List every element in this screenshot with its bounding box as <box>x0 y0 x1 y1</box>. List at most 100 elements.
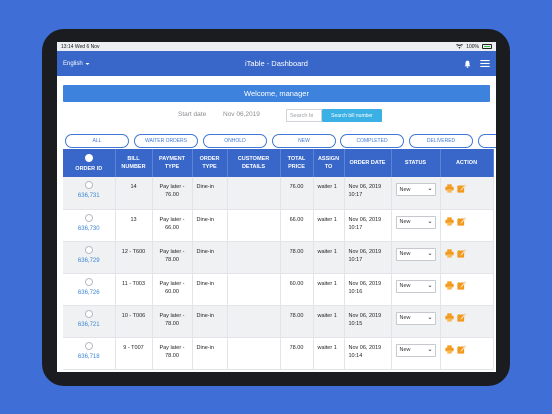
bell-icon[interactable] <box>464 60 471 68</box>
customer-details <box>227 273 281 306</box>
order-id-link[interactable]: 636,729 <box>78 258 100 264</box>
edit-icon[interactable] <box>456 248 466 258</box>
print-icon[interactable] <box>444 312 454 322</box>
status-select[interactable]: New <box>395 215 436 229</box>
row-select-radio[interactable] <box>84 277 93 286</box>
total-price: 60.00 <box>280 273 314 306</box>
battery-icon <box>482 44 492 49</box>
status-select[interactable]: New <box>395 343 436 357</box>
menu-icon[interactable] <box>480 60 490 67</box>
top-navbar: English iTable - Dashboard <box>57 51 496 76</box>
col-action: ACTION <box>440 149 494 177</box>
total-price: 78.00 <box>280 305 314 338</box>
tab-onhold[interactable]: ONHOLD <box>203 134 267 148</box>
customer-details <box>227 337 281 370</box>
col-customer-details[interactable]: CUSTOMER DETAILS <box>227 149 281 177</box>
status-select[interactable]: New <box>395 311 436 325</box>
col-order-id: ORDER ID <box>63 149 116 177</box>
tab-more[interactable] <box>478 134 496 148</box>
row-actions <box>444 216 489 226</box>
row-select-radio[interactable] <box>84 309 93 318</box>
language-label: English <box>63 60 83 67</box>
bill-number: 11 - T003 <box>115 273 153 306</box>
assign-to: waiter 1 <box>313 273 345 306</box>
payment-type: Pay later - 76.00 <box>152 177 193 210</box>
order-id-link[interactable]: 636,721 <box>78 322 100 328</box>
row-select-radio[interactable] <box>84 181 93 189</box>
col-assign-to[interactable]: ASSIGN TO <box>313 149 345 177</box>
print-icon[interactable] <box>444 184 454 193</box>
col-total-price[interactable]: TOTAL PRICE <box>280 149 314 177</box>
print-icon[interactable] <box>444 248 454 258</box>
assign-to: waiter 1 <box>313 305 345 338</box>
caret-down-icon <box>427 285 432 287</box>
edit-icon[interactable] <box>456 312 466 322</box>
status-value: New <box>399 283 411 289</box>
payment-type: Pay later - 78.00 <box>152 241 193 274</box>
order-id-link[interactable]: 636,731 <box>78 193 100 199</box>
print-icon[interactable] <box>444 280 454 290</box>
status-select[interactable]: New <box>395 183 436 196</box>
col-order-date[interactable]: ORDER DATE <box>344 149 392 177</box>
order-id-link[interactable]: 636,726 <box>78 290 100 296</box>
total-price: 78.00 <box>280 241 314 274</box>
status-select[interactable]: New <box>395 247 436 261</box>
table-row[interactable]: 636,731 14 Pay later - 76.00 Dine-in 76.00 wa… <box>63 177 494 210</box>
wifi-icon <box>456 44 464 49</box>
row-select-radio[interactable] <box>84 245 93 254</box>
tab-new[interactable]: NEW <box>272 134 336 148</box>
tab-waiter-orders[interactable]: WAITER ORDERS <box>134 134 198 148</box>
total-price: 76.00 <box>280 177 314 210</box>
col-payment-type[interactable]: PAYMENT TYPE <box>152 149 193 177</box>
status-select[interactable]: New <box>395 279 436 293</box>
row-actions <box>444 344 489 354</box>
customer-details <box>227 177 281 210</box>
edit-icon[interactable] <box>456 184 466 193</box>
print-icon[interactable] <box>444 344 454 354</box>
row-select-radio[interactable] <box>84 213 93 222</box>
bill-number: 14 <box>115 177 153 210</box>
order-type: Dine-in <box>192 241 228 274</box>
welcome-banner: Welcome, manager <box>63 85 490 102</box>
col-order-type[interactable]: ORDER TYPE <box>192 149 228 177</box>
col-status[interactable]: STATUS <box>391 149 441 177</box>
assign-to: waiter 1 <box>313 241 345 274</box>
order-date: Nov 06, 2019 10:17 <box>344 241 392 274</box>
orders-table-body: 636,731 14 Pay later - 76.00 Dine-in 76.00 wa… <box>63 177 494 370</box>
col-bill-number[interactable]: BILL NUMBER <box>115 149 153 177</box>
customer-details <box>227 209 281 242</box>
order-id-link[interactable]: 636,718 <box>78 354 100 360</box>
status-time: 13:14 Wed 6 Nov <box>61 43 100 50</box>
caret-down-icon <box>427 349 432 351</box>
select-all-radio[interactable] <box>84 153 93 162</box>
tab-completed[interactable]: COMPLETED <box>340 134 404 148</box>
status-value: New <box>399 315 411 321</box>
table-header: ORDER ID BILL NUMBER PAYMENT TYPE ORDER … <box>63 149 494 177</box>
table-row[interactable]: 636,726 11 - T003 Pay later - 60.00 Dine-in… <box>63 273 494 306</box>
order-date: Nov 06, 2019 10:17 <box>344 209 392 242</box>
search-bill-button[interactable]: Search bill number <box>322 109 382 122</box>
start-date-picker[interactable]: Nov 06,2019 <box>223 111 260 118</box>
table-row[interactable]: 636,730 13 Pay later - 66.00 Dine-in 66.00 wa… <box>63 209 494 242</box>
order-id-link[interactable]: 636,730 <box>78 226 100 232</box>
order-type: Dine-in <box>192 273 228 306</box>
edit-icon[interactable] <box>456 344 466 354</box>
row-actions <box>444 183 489 193</box>
table-row[interactable]: 636,718 9 - T007 Pay later - 78.00 Dine-in 7… <box>63 337 494 370</box>
row-actions <box>444 280 489 290</box>
tab-all[interactable]: ALL <box>65 134 129 148</box>
edit-icon[interactable] <box>456 216 466 226</box>
tab-delivered[interactable]: DELIVERED <box>409 134 473 148</box>
app-screen: 13:14 Wed 6 Nov 100% English iTable - Da… <box>57 42 496 372</box>
row-select-radio[interactable] <box>84 341 93 350</box>
bill-search-input[interactable]: Search bi <box>286 109 322 122</box>
edit-icon[interactable] <box>456 280 466 290</box>
table-row[interactable]: 636,729 12 - T600 Pay later - 78.00 Dine-in… <box>63 241 494 274</box>
table-row[interactable]: 636,721 10 - T006 Pay later - 78.00 Dine-in… <box>63 305 494 338</box>
payment-type: Pay later - 66.00 <box>152 209 193 242</box>
order-date: Nov 06, 2019 10:15 <box>344 305 392 338</box>
bill-number: 9 - T007 <box>115 337 153 370</box>
language-selector[interactable]: English <box>63 61 143 67</box>
print-icon[interactable] <box>444 216 454 226</box>
filter-bar: Start date Nov 06,2019 Search bi Search … <box>57 102 496 128</box>
